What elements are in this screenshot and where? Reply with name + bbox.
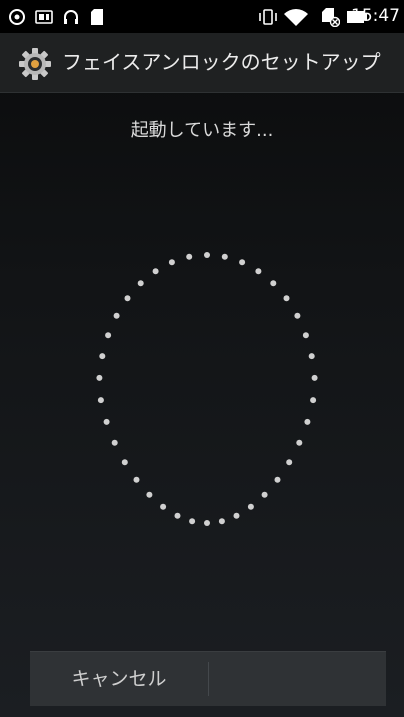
face-outline-dot <box>310 397 317 404</box>
face-outline-dot <box>218 518 225 525</box>
face-outline-dot <box>247 503 254 510</box>
face-outline-dot <box>296 439 303 446</box>
face-outline-dot <box>174 512 181 519</box>
face-outline-dot <box>239 259 246 266</box>
face-outline-dot <box>189 518 196 525</box>
face-outline-dot <box>308 353 315 360</box>
face-outline-dot <box>121 459 128 466</box>
face-outline-dot <box>152 268 159 275</box>
face-outline-dot <box>233 512 240 519</box>
face-outline-dot <box>204 252 210 258</box>
face-outline-dot <box>103 418 110 425</box>
face-outline-dot <box>133 476 140 483</box>
button-bar: キャンセル <box>30 651 386 706</box>
face-outline-dot <box>304 418 311 425</box>
face-outline-dot <box>186 253 193 260</box>
face-outline-dot <box>96 374 103 381</box>
face-outline-dot <box>99 353 106 360</box>
face-outline-dot <box>283 295 290 302</box>
face-outline-dot <box>111 439 118 446</box>
face-outline-dot <box>168 259 175 266</box>
face-outline-dot <box>294 312 301 319</box>
empty-button-slot <box>209 652 386 706</box>
face-outline-dot <box>146 491 153 498</box>
face-outline-dot <box>311 374 318 381</box>
face-outline-dot <box>221 253 228 260</box>
face-outline-guide <box>96 252 318 526</box>
screen: 15:47 フェイスアンロックのセットアップ 起動しています... キャンセル <box>0 0 404 717</box>
face-outline-dot <box>137 280 144 287</box>
face-outline-dot <box>113 312 120 319</box>
face-outline-dot <box>270 280 277 287</box>
face-outline-dot <box>255 268 262 275</box>
cancel-button[interactable]: キャンセル <box>30 652 208 706</box>
face-outline-dot <box>105 332 112 339</box>
face-outline-dot <box>160 503 167 510</box>
face-outline-dot <box>97 397 104 404</box>
face-outline-dot <box>261 491 268 498</box>
face-outline-dot <box>204 520 210 526</box>
face-outline-dot <box>286 459 293 466</box>
face-outline-dot <box>274 476 281 483</box>
face-outline-dot <box>124 295 131 302</box>
face-outline-dot <box>302 332 309 339</box>
